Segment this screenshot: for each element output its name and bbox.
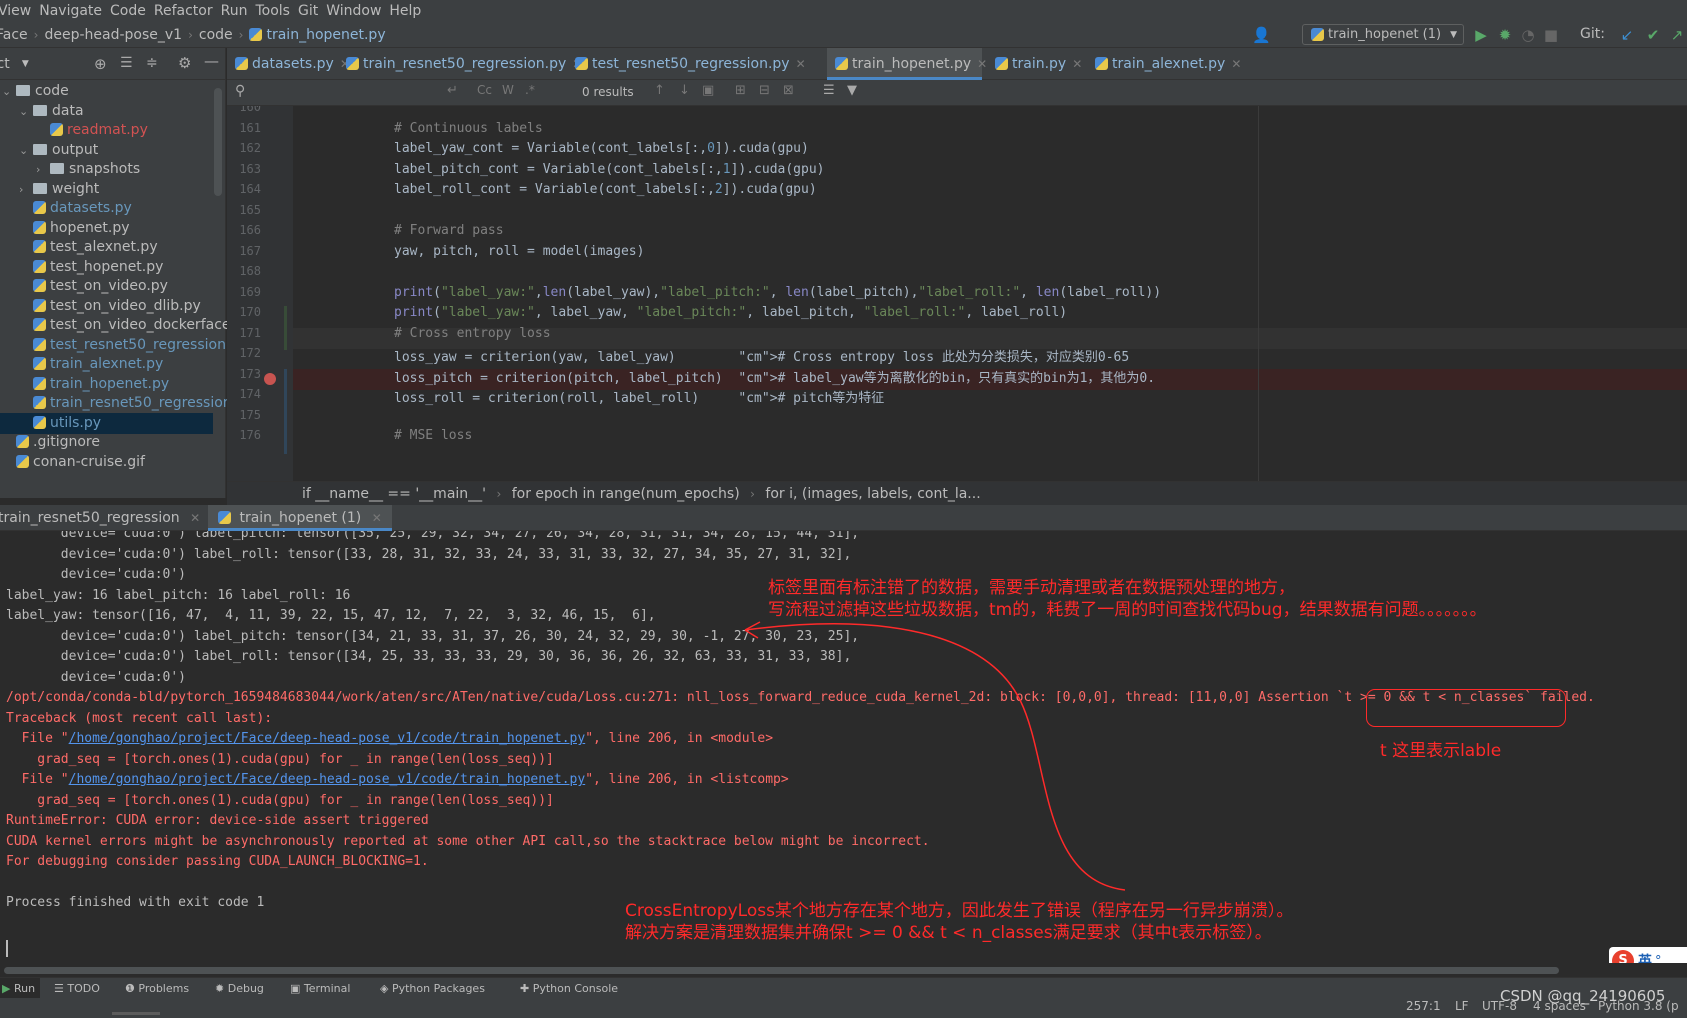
- toolwindow-run[interactable]: ▶ Run: [0, 978, 40, 999]
- toolwindow-python-console[interactable]: ✚ Python Console: [520, 978, 618, 999]
- toolwindow-label: Run: [13, 982, 36, 995]
- status-bar: 257:1 LF UTF-8 4 spaces Python 3.8 (p CS…: [0, 987, 1687, 1018]
- toolwindow-terminal[interactable]: ▣ Terminal: [290, 978, 350, 999]
- toolwindow-label: Terminal: [303, 982, 351, 995]
- status-line-separator[interactable]: LF: [1455, 996, 1469, 1016]
- status-position[interactable]: 257:1: [1406, 996, 1441, 1016]
- list-icon: ☰: [54, 982, 64, 995]
- run-icon: ▶: [2, 982, 11, 995]
- terminal-icon: ▣: [290, 982, 301, 995]
- progress-indicator: [112, 1012, 160, 1015]
- toolwindow-debug[interactable]: ✹ Debug: [215, 978, 264, 999]
- scrollbar-thumb[interactable]: [4, 967, 1559, 974]
- toolwindow-label: TODO: [67, 982, 100, 995]
- toolwindow-label: Python Console: [532, 982, 619, 995]
- layers-icon: ◈: [380, 982, 389, 995]
- toolwindow-python-packages[interactable]: ◈ Python Packages: [380, 978, 485, 999]
- toolwindow-todo[interactable]: ☰ TODO: [54, 978, 100, 999]
- toolwindow-label: Python Packages: [391, 982, 485, 995]
- bug-icon: ✹: [215, 982, 225, 995]
- annotation-arrow: [744, 621, 1126, 891]
- toolwindow-problems[interactable]: ❶ Problems: [125, 978, 189, 999]
- console-horizontal-scrollbar[interactable]: [0, 963, 1687, 977]
- toolwindow-label: Debug: [227, 982, 264, 995]
- toolwindow-label: Problems: [138, 982, 190, 995]
- tool-window-bar: ▶ Run ☰ TODO ❶ Problems ✹ Debug ▣ Termin…: [0, 977, 1687, 999]
- python-console-icon: ✚: [520, 982, 530, 995]
- watermark: CSDN @qq_24190605: [1500, 987, 1666, 1005]
- info-icon: ❶: [125, 982, 135, 995]
